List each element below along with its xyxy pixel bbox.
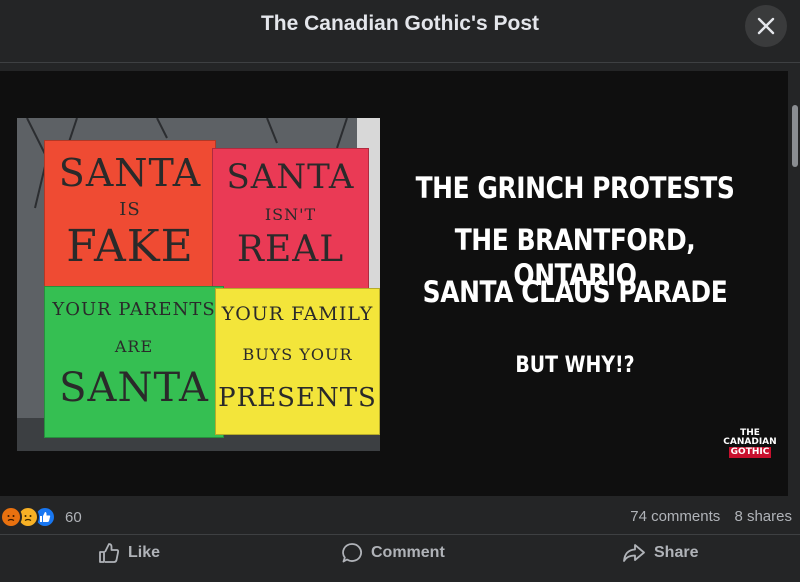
- headline-line-3: SANTA CLAUS PARADE: [422, 275, 728, 309]
- sign-text: PRESENTS: [218, 383, 377, 413]
- sign-text: REAL: [236, 229, 345, 270]
- sign-text: SANTA: [59, 365, 209, 411]
- close-icon: [757, 17, 775, 35]
- page-title: The Canadian Gothic's Post: [260, 12, 540, 35]
- subhead: BUT WHY!?: [515, 353, 635, 378]
- canadian-gothic-logo: THE CANADIAN GOTHIC: [722, 429, 778, 467]
- post-actions: Like Comment Share: [0, 538, 800, 570]
- sign-your-family-buys-your-presents: YOUR FAMILY BUYS YOUR PRESENTS: [215, 288, 380, 435]
- post-header: The Canadian Gothic's Post: [0, 0, 800, 52]
- headline-line-1: THE GRINCH PROTESTS: [415, 171, 735, 205]
- scrollbar-thumb[interactable]: [792, 105, 798, 167]
- sign-text: BUYS YOUR: [242, 345, 353, 364]
- sign-text: YOUR PARENTS: [52, 299, 216, 320]
- comments-count[interactable]: 74 comments: [630, 508, 720, 525]
- reaction-count: 60: [65, 508, 82, 526]
- reactions-summary[interactable]: 60: [0, 504, 82, 530]
- thumbs-up-icon: [99, 543, 120, 563]
- logo-text: GOTHIC: [728, 447, 772, 458]
- sign-text: ARE: [114, 337, 154, 356]
- sign-santa-is-fake: SANTA IS FAKE: [44, 140, 216, 290]
- logo-text: CANADIAN: [723, 437, 777, 447]
- share-icon: [623, 544, 645, 562]
- sign-text: ISN'T: [264, 205, 317, 224]
- share-label: Share: [654, 544, 699, 561]
- sign-text: IS: [119, 199, 141, 220]
- comment-button[interactable]: Comment: [341, 538, 445, 568]
- header-divider: [0, 62, 800, 63]
- sign-santa-isnt-real: SANTA ISN'T REAL: [212, 148, 369, 290]
- like-button[interactable]: Like: [98, 538, 160, 568]
- sign-text: YOUR FAMILY: [221, 303, 374, 325]
- actions-divider: [0, 534, 800, 535]
- sign-text: FAKE: [66, 221, 194, 272]
- like-label: Like: [128, 544, 161, 561]
- close-button[interactable]: [745, 5, 787, 47]
- post-stats: 74 comments 8 shares: [620, 508, 792, 525]
- share-button[interactable]: Share: [622, 538, 698, 568]
- protest-signs-photo: SANTA IS FAKE SANTA ISN'T REAL YOUR PARE…: [17, 118, 380, 451]
- sign-text: SANTA: [226, 157, 355, 197]
- shares-count[interactable]: 8 shares: [734, 508, 792, 525]
- sign-text: SANTA: [58, 151, 202, 195]
- post-image[interactable]: SANTA IS FAKE SANTA ISN'T REAL YOUR PARE…: [0, 71, 788, 496]
- comment-label: Comment: [371, 544, 445, 561]
- angry-reaction-icon: [0, 506, 22, 528]
- sign-your-parents-are-santa: YOUR PARENTS ARE SANTA: [44, 286, 224, 438]
- comment-icon: [342, 543, 362, 563]
